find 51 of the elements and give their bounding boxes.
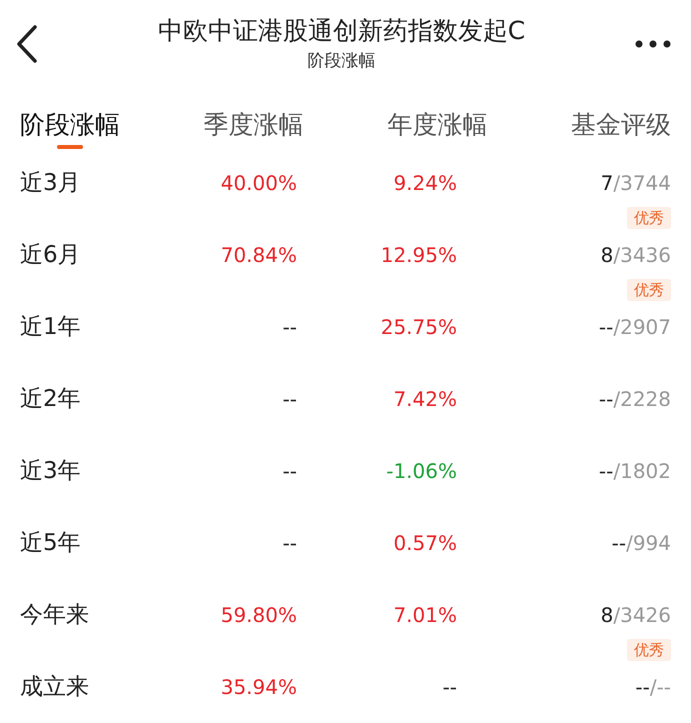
rank-value: -- (612, 530, 626, 557)
page-title: 中欧中证港股通创新药指数发起C (158, 15, 526, 47)
return-value: -- (282, 458, 297, 485)
tab[interactable]: 季度涨幅 (204, 108, 304, 149)
rank-total: /1802 (613, 458, 671, 485)
period-label: 成立来 (20, 674, 89, 700)
return-value: -- (282, 530, 297, 557)
rank-value: -- (598, 386, 614, 413)
period-label: 近2年 (20, 386, 81, 412)
return-value: 12.95% (380, 242, 457, 269)
period-label: 近6月 (20, 242, 81, 268)
return-value: -1.06% (386, 458, 457, 485)
tab[interactable]: 阶段涨幅 (20, 108, 120, 149)
tab[interactable]: 基金评级 (570, 108, 671, 149)
rank-total: /994 (626, 530, 671, 557)
period-label: 今年来 (20, 602, 89, 628)
rank-total: /3744 (613, 170, 671, 197)
rank-total: /3426 (613, 602, 671, 629)
return-value: -- (282, 386, 297, 413)
rank-value: 8 (600, 242, 614, 269)
return-value: -- (442, 674, 457, 701)
return-value: -- (282, 314, 297, 341)
return-value: 70.84% (220, 242, 297, 269)
rank-total: /-- (650, 674, 671, 701)
return-value: 40.00% (220, 170, 297, 197)
return-value: 7.42% (393, 386, 457, 413)
period-label: 近5年 (20, 530, 81, 556)
rank-value: -- (635, 674, 650, 701)
rank-value: -- (598, 314, 614, 341)
rank-total: /3436 (613, 242, 671, 269)
period-label: 近1年 (20, 314, 81, 340)
rank-total: /2228 (613, 386, 671, 413)
period-label: 近3月 (20, 170, 81, 196)
rating-badge: 优秀 (627, 207, 671, 229)
rank-value: 8 (600, 602, 614, 629)
more-icon (635, 40, 671, 48)
rank-value: 7 (600, 170, 614, 197)
rank-total: /2907 (613, 314, 671, 341)
return-value: 25.75% (380, 314, 457, 341)
back-icon (16, 25, 38, 63)
return-value: 0.57% (393, 530, 457, 557)
rating-badge: 优秀 (627, 279, 671, 301)
tab[interactable]: 年度涨幅 (387, 108, 488, 149)
rating-badge: 优秀 (627, 639, 671, 661)
period-label: 近3年 (20, 458, 81, 484)
rank-value: -- (598, 458, 614, 485)
return-value: 35.94% (220, 674, 297, 701)
page-subtitle: 阶段涨幅 (308, 50, 376, 73)
return-value: 59.80% (220, 602, 297, 629)
return-value: 9.24% (393, 170, 457, 197)
return-value: 7.01% (393, 602, 457, 629)
